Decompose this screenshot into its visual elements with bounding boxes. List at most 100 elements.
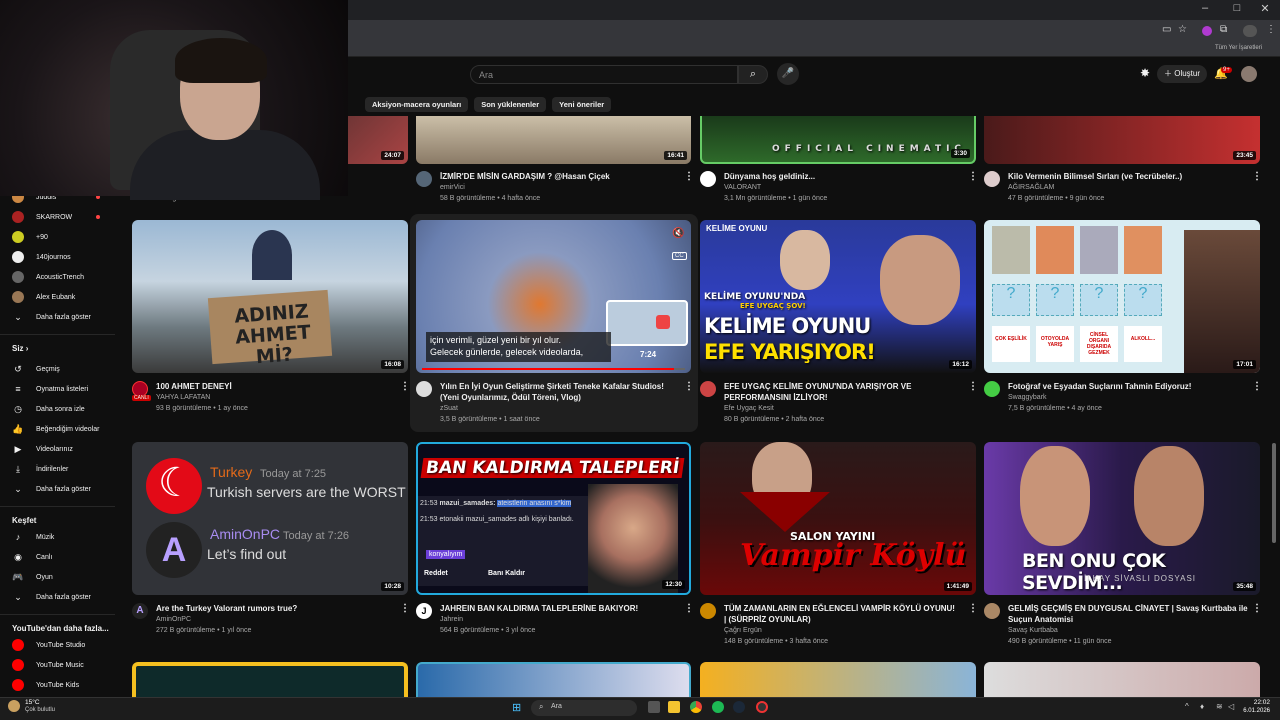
video-thumbnail[interactable]: 16:41 (416, 116, 691, 164)
video-thumbnail[interactable] (700, 662, 976, 697)
channel-name[interactable]: Efe Uygaç Kesit (724, 405, 774, 412)
video-title[interactable]: Dünyama hoş geldiniz... (724, 171, 959, 182)
video-thumbnail[interactable] (416, 662, 691, 697)
channel-avatar[interactable] (416, 381, 432, 397)
weather-icon[interactable] (8, 700, 20, 712)
extension-icon[interactable] (1202, 26, 1212, 36)
channel-avatar[interactable]: A (132, 603, 148, 619)
sidebar-item-downloads[interactable]: ⤓ İndirilenler (12, 460, 112, 478)
sidebar-item-gaming[interactable]: 🎮 Oyun (12, 568, 112, 586)
search-button[interactable]: ⌕ (738, 65, 768, 84)
premium-star-icon[interactable]: ✸ (1140, 66, 1150, 80)
spotify-icon[interactable] (712, 701, 724, 713)
sidebar-item-watch-later[interactable]: ◷ Daha sonra izle (12, 400, 112, 418)
maximize-button[interactable]: □ (1222, 2, 1252, 14)
extensions-puzzle-icon[interactable]: ⧉ (1220, 24, 1227, 35)
volume-icon[interactable]: ◁ (1228, 702, 1234, 711)
wifi-icon[interactable]: ≋ (1216, 702, 1223, 711)
video-thumbnail[interactable]: ☾ Turkey Today at 7:25 Turkish servers a… (132, 442, 408, 595)
video-title[interactable]: Fotoğraf ve Eşyadan Suçlarını Tahmin Edi… (1008, 381, 1243, 392)
profile-avatar[interactable] (1243, 25, 1257, 37)
video-thumbnail[interactable] (132, 662, 408, 697)
sidebar-item-live[interactable]: ◉ Canlı (12, 548, 112, 566)
account-avatar[interactable] (1241, 66, 1257, 82)
video-thumbnail[interactable]: BAN KALDIRMA TALEPLERİ 21:53 mazui_samad… (416, 442, 691, 595)
sidebar-sub-140journos[interactable]: 140journos (12, 248, 112, 266)
mute-icon[interactable]: 🔇 (672, 228, 684, 239)
video-thumbnail[interactable]: 23:45 (984, 116, 1260, 164)
channel-avatar[interactable] (984, 381, 1000, 397)
channel-avatar[interactable] (984, 171, 1000, 187)
video-title[interactable]: JAHREIN BAN KALDIRMA TALEPLERİNE BAKIYOR… (440, 603, 675, 614)
clock-date[interactable]: 6.01.2026 (1240, 708, 1270, 714)
more-options-icon[interactable]: ⋮ (1252, 381, 1262, 392)
video-thumbnail[interactable]: OFFICIAL CINEMATIC 3:30 (700, 116, 976, 164)
voice-search-button[interactable]: 🎤 (777, 63, 799, 85)
weather-temp[interactable]: 15°C (25, 699, 40, 706)
chip-new-to-you[interactable]: Yeni öneriler (552, 97, 612, 112)
sidebar-item-music[interactable]: ♪ Müzik (12, 528, 112, 546)
video-title[interactable]: 100 AHMET DENEYİ (156, 381, 391, 392)
sidebar-item-history[interactable]: ↺ Geçmiş (12, 360, 112, 378)
sidebar-item-yt-music[interactable]: YouTube Music (12, 656, 112, 674)
windows-start-icon[interactable]: ⊞ (512, 701, 521, 714)
video-thumbnail[interactable]: ADINIZ AHMET Mİ? 16:08 (132, 220, 408, 373)
video-title[interactable]: Are the Turkey Valorant rumors true? (156, 603, 391, 614)
video-thumbnail[interactable] (984, 662, 1260, 697)
create-button[interactable]: ＋ Oluştur (1157, 65, 1207, 83)
sidebar-sub-alex-eubank[interactable]: Alex Eubank (12, 288, 112, 306)
channel-avatar[interactable] (700, 381, 716, 397)
channel-avatar[interactable] (984, 603, 1000, 619)
file-explorer-icon[interactable] (668, 701, 680, 713)
sidebar-show-more-you[interactable]: ⌄ Daha fazla göster (12, 480, 112, 498)
you-heading[interactable]: Siz › (12, 344, 28, 353)
more-options-icon[interactable]: ⋮ (400, 603, 410, 614)
obs-icon[interactable] (756, 701, 768, 713)
more-options-icon[interactable]: ⋮ (968, 381, 978, 392)
video-title[interactable]: İZMİR'DE MİSİN GARDAŞIM ? @Hasan Çiçek (440, 171, 675, 182)
video-title[interactable]: EFE UYGAÇ KELİME OYUNU'NDA YARIŞIYOR VE … (724, 381, 964, 403)
captions-icon[interactable]: CC (672, 252, 687, 260)
more-options-icon[interactable]: ⋮ (400, 381, 410, 392)
channel-name[interactable]: VALORANT (724, 184, 761, 191)
more-options-icon[interactable]: ⋮ (968, 603, 978, 614)
sidebar-show-more-subs[interactable]: ⌄ Daha fazla göster (12, 308, 112, 326)
channel-avatar[interactable] (700, 603, 716, 619)
channel-name[interactable]: emirVici (440, 184, 465, 191)
taskbar-search-input[interactable]: Ara (531, 700, 637, 716)
video-preview-player[interactable]: için verimli, güzel yeni bir yıl olur. G… (416, 220, 691, 373)
channel-name[interactable]: Çağrı Ergün (724, 627, 762, 634)
bookmark-star-icon[interactable]: ☆ (1178, 24, 1187, 35)
video-title[interactable]: Kilo Vermenin Bilimsel Sırları (ve Tecrü… (1008, 171, 1243, 182)
browser-menu-icon[interactable]: ⋮ (1266, 24, 1276, 35)
close-window-button[interactable]: ✕ (1250, 2, 1280, 15)
more-options-icon[interactable]: ⋮ (1252, 171, 1262, 182)
chrome-icon[interactable] (690, 701, 702, 713)
video-thumbnail[interactable]: BEN ONU ÇOK SEVDİM... İLKAY SİVASLI DOSY… (984, 442, 1260, 595)
task-view-icon[interactable] (648, 701, 660, 713)
channel-name[interactable]: AminOnPC (156, 616, 191, 623)
sidebar-item-yt-studio[interactable]: YouTube Studio (12, 636, 112, 654)
sidebar-sub-acoustictrench[interactable]: AcousticTrench (12, 268, 112, 286)
sidebar-item-yt-kids[interactable]: YouTube Kids (12, 676, 112, 694)
channel-name[interactable]: Jahrein (440, 616, 463, 623)
channel-name[interactable]: Swaggybark (1008, 394, 1047, 401)
channel-name[interactable]: YAHYA LAFATAN (156, 394, 210, 401)
more-options-icon[interactable]: ⋮ (684, 381, 694, 392)
channel-name[interactable]: zSuat (440, 405, 458, 412)
channel-avatar[interactable] (700, 171, 716, 187)
more-options-icon[interactable]: ⋮ (684, 603, 694, 614)
sidebar-sub-skarrow[interactable]: SKARROW (12, 208, 112, 226)
channel-name[interactable]: Savaş Kurtbaba (1008, 627, 1058, 634)
sidebar-item-playlists[interactable]: ≡ Oynatma listeleri (12, 380, 112, 398)
sidebar-sub-plus90[interactable]: +90 (12, 228, 112, 246)
video-thumbnail[interactable]: ? ? ? ? ÇOK EŞLİLİK OTOYOLDA YARIŞ CİNSE… (984, 220, 1260, 373)
channel-avatar[interactable]: J (416, 603, 432, 619)
sidebar-show-more-explore[interactable]: ⌄ Daha fazla göster (12, 588, 112, 606)
chip-recently-uploaded[interactable]: Son yüklenenler (474, 97, 547, 112)
all-bookmarks-link[interactable]: Tüm Yer İşaretleri (1215, 45, 1262, 51)
chip-action-adventure[interactable]: Aksiyon-macera oyunları (365, 97, 469, 112)
steam-icon[interactable] (733, 701, 745, 713)
channel-name[interactable]: AĞIRSAĞLAM (1008, 184, 1054, 191)
weather-desc[interactable]: Çok bulutlu (25, 707, 55, 713)
